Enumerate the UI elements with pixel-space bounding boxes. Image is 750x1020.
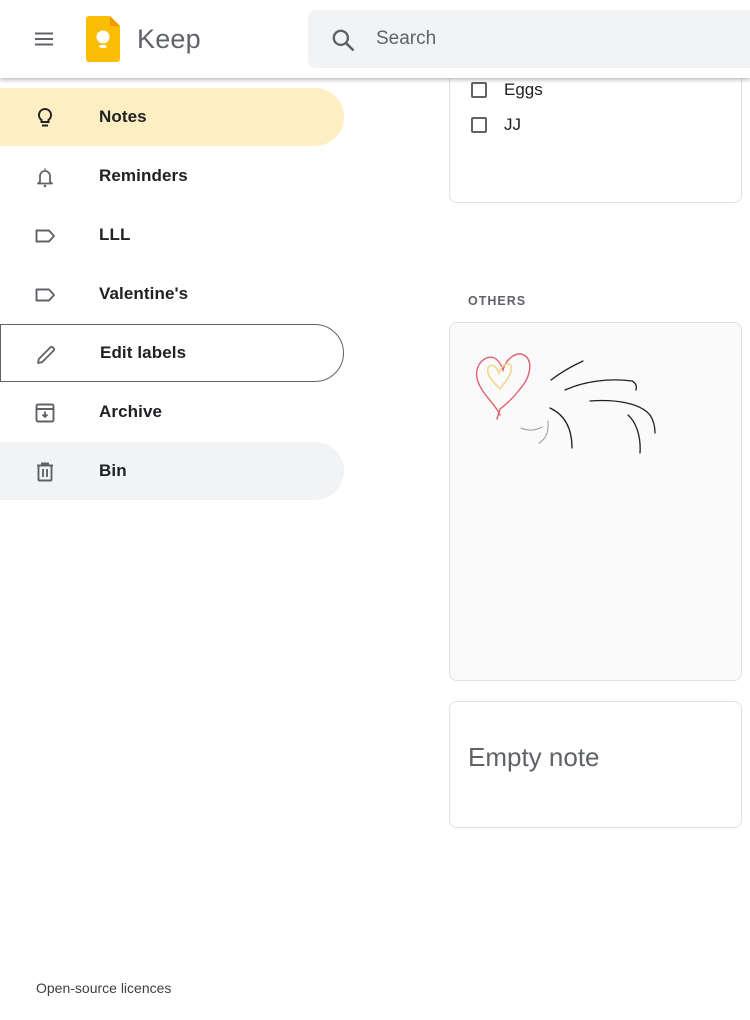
label-icon [32, 282, 58, 308]
checklist-item[interactable]: Eggs [471, 80, 543, 100]
others-section-heading: OTHERS [468, 294, 527, 308]
keep-app: Keep Notes [0, 0, 750, 1020]
sidebar-item-label: Notes [99, 107, 147, 126]
main-menu-button[interactable] [24, 19, 64, 59]
sidebar-item-label: Archive [99, 402, 163, 421]
checkbox[interactable] [471, 117, 487, 133]
sidebar-item-notes[interactable]: Notes [0, 88, 344, 146]
open-source-licences-link[interactable]: Open-source licences [36, 980, 171, 996]
sidebar-item-label-valentines[interactable]: Valentine's [0, 265, 344, 323]
lightbulb-icon [32, 105, 58, 131]
top-app-bar: Keep [0, 0, 750, 78]
checklist-item-text: Eggs [504, 80, 543, 99]
keep-logo-icon[interactable] [86, 16, 120, 62]
app-title: Keep [137, 24, 201, 54]
sidebar-item-edit-labels[interactable]: Edit labels [0, 324, 344, 382]
sidebar-item-label-lll[interactable]: LLL [0, 206, 344, 264]
checkbox[interactable] [471, 82, 487, 98]
sidebar-item-label: Valentine's [99, 284, 189, 303]
note-card-checklist[interactable]: Eggs JJ [449, 60, 742, 203]
sidebar-item-label: LLL [99, 225, 131, 244]
trash-icon [32, 459, 58, 485]
sidebar-item-label: Bin [99, 461, 127, 480]
sidebar-item-label: Edit labels [100, 343, 187, 362]
sidebar-item-archive[interactable]: Archive [0, 383, 344, 441]
sidebar-item-bin[interactable]: Bin [0, 442, 344, 500]
hamburger-menu-icon [35, 32, 53, 46]
sidebar-item-reminders[interactable]: Reminders [0, 147, 344, 205]
label-icon [32, 223, 58, 249]
search-bar[interactable] [308, 10, 750, 68]
note-card-empty[interactable]: Empty note [449, 701, 742, 828]
sidebar-item-label: Reminders [99, 166, 188, 185]
bell-icon [32, 164, 58, 190]
search-icon[interactable] [330, 27, 356, 53]
search-input[interactable] [376, 24, 736, 54]
pencil-icon [33, 342, 59, 368]
note-title: Empty note [468, 742, 600, 772]
archive-icon [32, 400, 58, 426]
drawing-image [475, 353, 656, 454]
note-card-drawing[interactable] [449, 322, 742, 681]
checklist-item[interactable]: JJ [471, 115, 521, 135]
checklist-item-text: JJ [504, 115, 521, 134]
